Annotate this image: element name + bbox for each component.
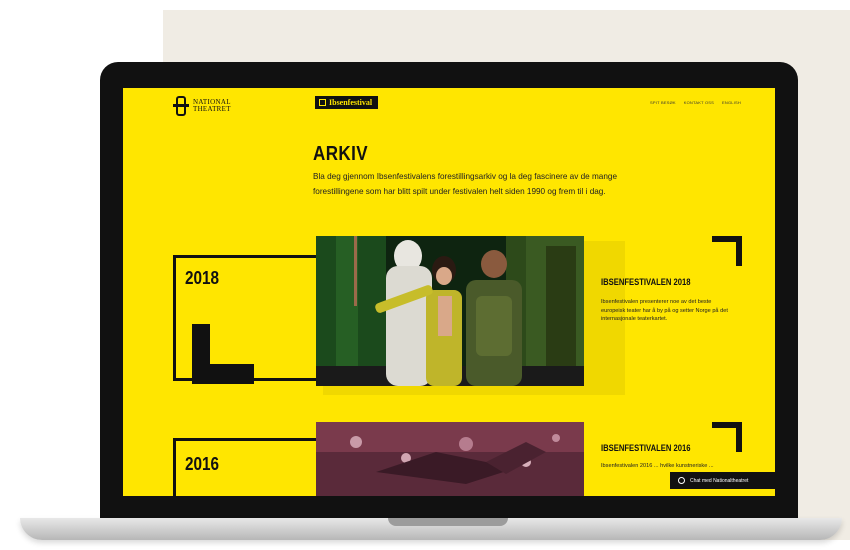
- photo-2018[interactable]: [316, 236, 584, 386]
- chat-button[interactable]: Chat med Nationaltheatret: [670, 472, 775, 489]
- intro-text: Bla deg gjennom Ibsenfestivalens foresti…: [313, 172, 618, 196]
- festival-desc-2016: Ibsenfestivalen 2016 ... hvilke kunstner…: [601, 463, 714, 469]
- nav-item-visit[interactable]: SPIT BESØK: [650, 100, 676, 105]
- stage-photo-2016: [316, 422, 584, 496]
- year-label-2018[interactable]: 2018: [185, 268, 219, 289]
- badge-label: Ibsenfestival: [329, 98, 373, 107]
- stage-photo-2018: [316, 236, 584, 386]
- nav-item-english[interactable]: ENGLISH: [722, 100, 741, 105]
- corner-mark-v: [736, 236, 742, 266]
- festival-desc-2018: Ibsenfestivalen presenterer noe av det b…: [601, 299, 728, 322]
- theatre-emblem-icon: [173, 96, 189, 116]
- festival-title-2018[interactable]: IBSENFESTIVALEN 2018: [601, 277, 691, 287]
- year-mark-horizontal: [192, 364, 254, 384]
- chat-label: Chat med Nationaltheatret: [690, 477, 749, 484]
- nationaltheatret-logo[interactable]: NATIONAL THEATRET: [173, 96, 231, 116]
- nav-item-contact[interactable]: KONTAKT OSS: [684, 100, 714, 105]
- festival-title-2016[interactable]: IBSENFESTIVALEN 2016: [601, 443, 691, 453]
- square-icon: [319, 99, 326, 106]
- chat-icon: [678, 477, 685, 484]
- logo-text: NATIONAL THEATRET: [193, 98, 231, 113]
- ibsenfestival-badge[interactable]: Ibsenfestival: [315, 96, 379, 109]
- year-label-2016[interactable]: 2016: [185, 454, 219, 475]
- laptop-notch: [388, 518, 508, 526]
- top-nav: SPIT BESØK KONTAKT OSS ENGLISH: [650, 100, 741, 105]
- laptop-screen: NATIONAL THEATRET Ibsenfestival SPIT BES…: [123, 88, 775, 496]
- photo-2016[interactable]: [316, 422, 584, 496]
- corner-mark-v: [736, 422, 742, 452]
- page-title: ARKIV: [313, 143, 369, 165]
